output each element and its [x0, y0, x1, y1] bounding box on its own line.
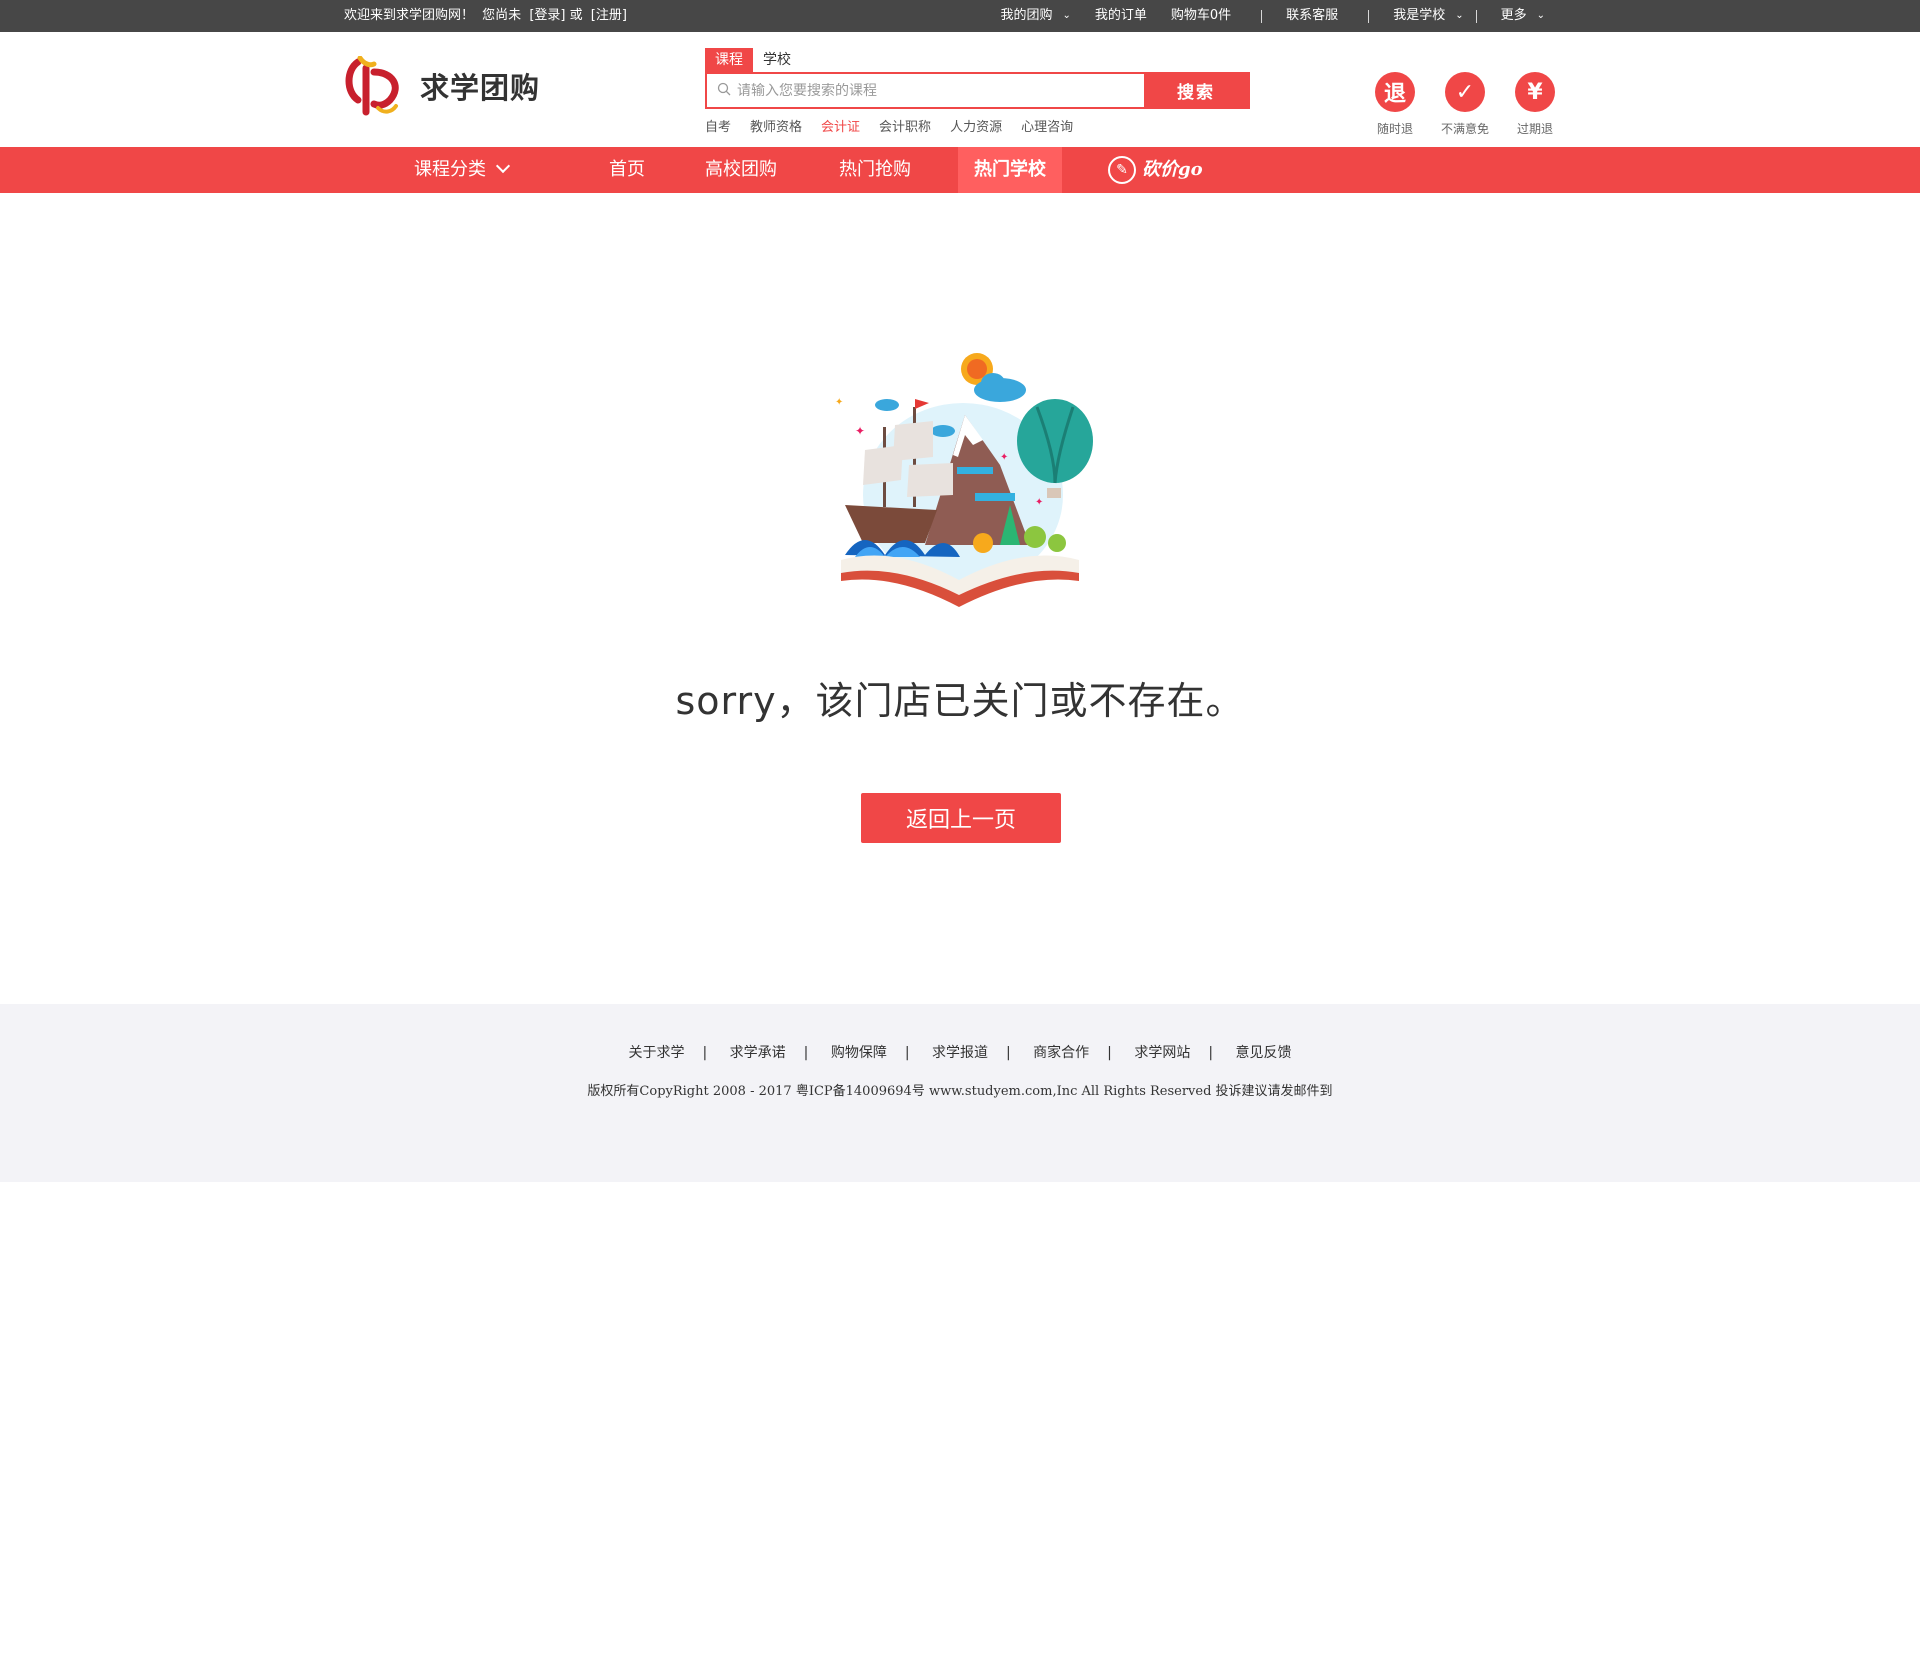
search-field: [707, 74, 1144, 107]
hot-keyword[interactable]: 自考: [705, 116, 731, 135]
hot-keyword[interactable]: 教师资格: [750, 116, 802, 135]
top-links: 我的团购 ⌄ 我的订单 购物车0件 联系客服 我是学校 ⌄ 更多 ⌄: [1000, 0, 1545, 32]
or-text: 或: [569, 8, 583, 23]
guarantee-satisfaction[interactable]: ✓ 不满意免: [1430, 72, 1500, 137]
check-icon: ✓: [1445, 72, 1485, 112]
footer-link-about[interactable]: 关于求学: [628, 1045, 684, 1061]
category-label: 课程分类: [414, 159, 486, 180]
search-input[interactable]: [737, 82, 1127, 99]
search-tabs: 课程 学校: [705, 48, 1250, 72]
hot-keyword[interactable]: 会计职称: [879, 116, 931, 135]
guarantee-label: 随时退: [1376, 122, 1413, 136]
nav-hot-schools[interactable]: 热门学校: [958, 147, 1062, 193]
svg-text:✦: ✦: [1000, 452, 1008, 463]
top-bar: 欢迎来到求学团购网！ 您尚未 [登录] 或 [注册] 我的团购 ⌄ 我的订单 购物…: [0, 0, 1920, 32]
back-button[interactable]: 返回上一页: [861, 793, 1061, 843]
cart-link[interactable]: 购物车0件: [1171, 0, 1231, 32]
hot-keyword[interactable]: 会计证: [821, 116, 860, 135]
tab-school[interactable]: 学校: [753, 48, 801, 72]
more-menu-label: 更多: [1500, 8, 1527, 23]
nav-college-group[interactable]: 高校团购: [705, 147, 777, 193]
my-group-link[interactable]: 我的团购 ⌄: [1000, 0, 1070, 32]
school-menu[interactable]: 我是学校 ⌄: [1393, 0, 1463, 32]
search-button[interactable]: 搜索: [1144, 74, 1248, 107]
svg-text:✦: ✦: [835, 397, 843, 408]
register-link[interactable]: [注册]: [591, 8, 627, 23]
guarantee-label: 不满意免: [1440, 122, 1489, 136]
kanjia-label: 砍价go: [1142, 159, 1203, 180]
my-orders-link[interactable]: 我的订单: [1095, 0, 1147, 32]
nav-kanjia[interactable]: ✎ 砍价go: [1108, 147, 1203, 193]
chevron-down-icon: ⌄: [1536, 10, 1545, 21]
logo[interactable]: 求学团购: [344, 55, 541, 116]
footer-link-business[interactable]: 商家合作: [1033, 1045, 1089, 1061]
copyright: 版权所有CopyRight 2008 - 2017 粤ICP备14009694号…: [587, 1084, 1333, 1099]
divider: |: [1107, 1045, 1112, 1061]
error-message: sorry，该门店已关门或不存在。: [675, 679, 1245, 723]
divider: [1475, 9, 1477, 23]
footer-link-feedback[interactable]: 意见反馈: [1236, 1045, 1292, 1061]
header: 求学团购 课程 学校 搜索 自考 教师资格 会计证 会计职称 人力资源 心理咨询: [0, 32, 1920, 147]
login-link[interactable]: [登录]: [529, 8, 565, 23]
guarantee-refund[interactable]: 退 随时退: [1360, 72, 1430, 137]
divider: [1368, 9, 1370, 23]
search-area: 课程 学校 搜索 自考 教师资格 会计证 会计职称 人力资源 心理咨询: [705, 48, 1250, 135]
divider: |: [702, 1045, 708, 1061]
not-found-illustration: ✦ ✦ ✦ ✦: [825, 345, 1095, 615]
divider: [1261, 9, 1263, 23]
footer-link-sites[interactable]: 求学网站: [1134, 1045, 1190, 1061]
footer-link-promise[interactable]: 求学承诺: [730, 1045, 786, 1061]
footer-links: 关于求学 | 求学承诺 | 购物保障 | 求学报道 | 商家合作 | 求学网站 | 意见反馈: [0, 1042, 1920, 1062]
chevron-down-icon: [495, 158, 511, 174]
nav-home[interactable]: 首页: [609, 147, 645, 193]
bargain-icon: ✎: [1108, 156, 1136, 184]
svg-text:✦: ✦: [855, 424, 865, 438]
divider: |: [904, 1045, 910, 1061]
welcome-text: 欢迎来到求学团购网！: [344, 8, 475, 23]
hot-keyword[interactable]: 人力资源: [950, 116, 1002, 135]
my-group-label: 我的团购: [1000, 8, 1053, 23]
chevron-down-icon: ⌄: [1062, 10, 1071, 21]
divider: |: [1006, 1045, 1011, 1061]
hot-keywords: 自考 教师资格 会计证 会计职称 人力资源 心理咨询: [705, 116, 1250, 135]
svg-text:✦: ✦: [1035, 497, 1043, 508]
guarantee-expired[interactable]: ¥ 过期退: [1500, 72, 1570, 137]
hot-keyword[interactable]: 心理咨询: [1021, 116, 1073, 135]
main-nav: 课程分类 首页 高校团购 热门抢购 热门学校 ✎ 砍价go: [0, 147, 1920, 193]
logo-mark-icon: [344, 55, 404, 116]
refund-icon: 退: [1375, 72, 1415, 112]
welcome-area: 欢迎来到求学团购网！ 您尚未 [登录] 或 [注册]: [344, 0, 627, 32]
guarantee-label: 过期退: [1516, 122, 1553, 136]
divider: |: [1208, 1045, 1214, 1061]
footer-link-guarantee[interactable]: 购物保障: [831, 1045, 887, 1061]
not-logged-text: 您尚未: [482, 8, 522, 23]
nav-flash-sale[interactable]: 热门抢购: [839, 147, 911, 193]
category-menu[interactable]: 课程分类: [414, 147, 511, 193]
divider: |: [803, 1045, 809, 1061]
search-box: 搜索: [705, 72, 1250, 109]
expired-refund-icon: ¥: [1515, 72, 1555, 112]
more-menu[interactable]: 更多 ⌄: [1501, 0, 1545, 32]
guarantees: 退 随时退 ✓ 不满意免 ¥ 过期退: [1360, 72, 1570, 137]
brand-name: 求学团购: [420, 71, 541, 105]
footer: 关于求学 | 求学承诺 | 购物保障 | 求学报道 | 商家合作 | 求学网站 | 意见反馈…: [0, 1004, 1920, 1182]
contact-link[interactable]: 联系客服: [1286, 0, 1338, 32]
search-icon: [717, 81, 731, 100]
school-menu-label: 我是学校: [1393, 8, 1446, 23]
chevron-down-icon: ⌄: [1455, 10, 1464, 21]
footer-link-press[interactable]: 求学报道: [932, 1045, 988, 1061]
tab-course[interactable]: 课程: [705, 48, 753, 72]
